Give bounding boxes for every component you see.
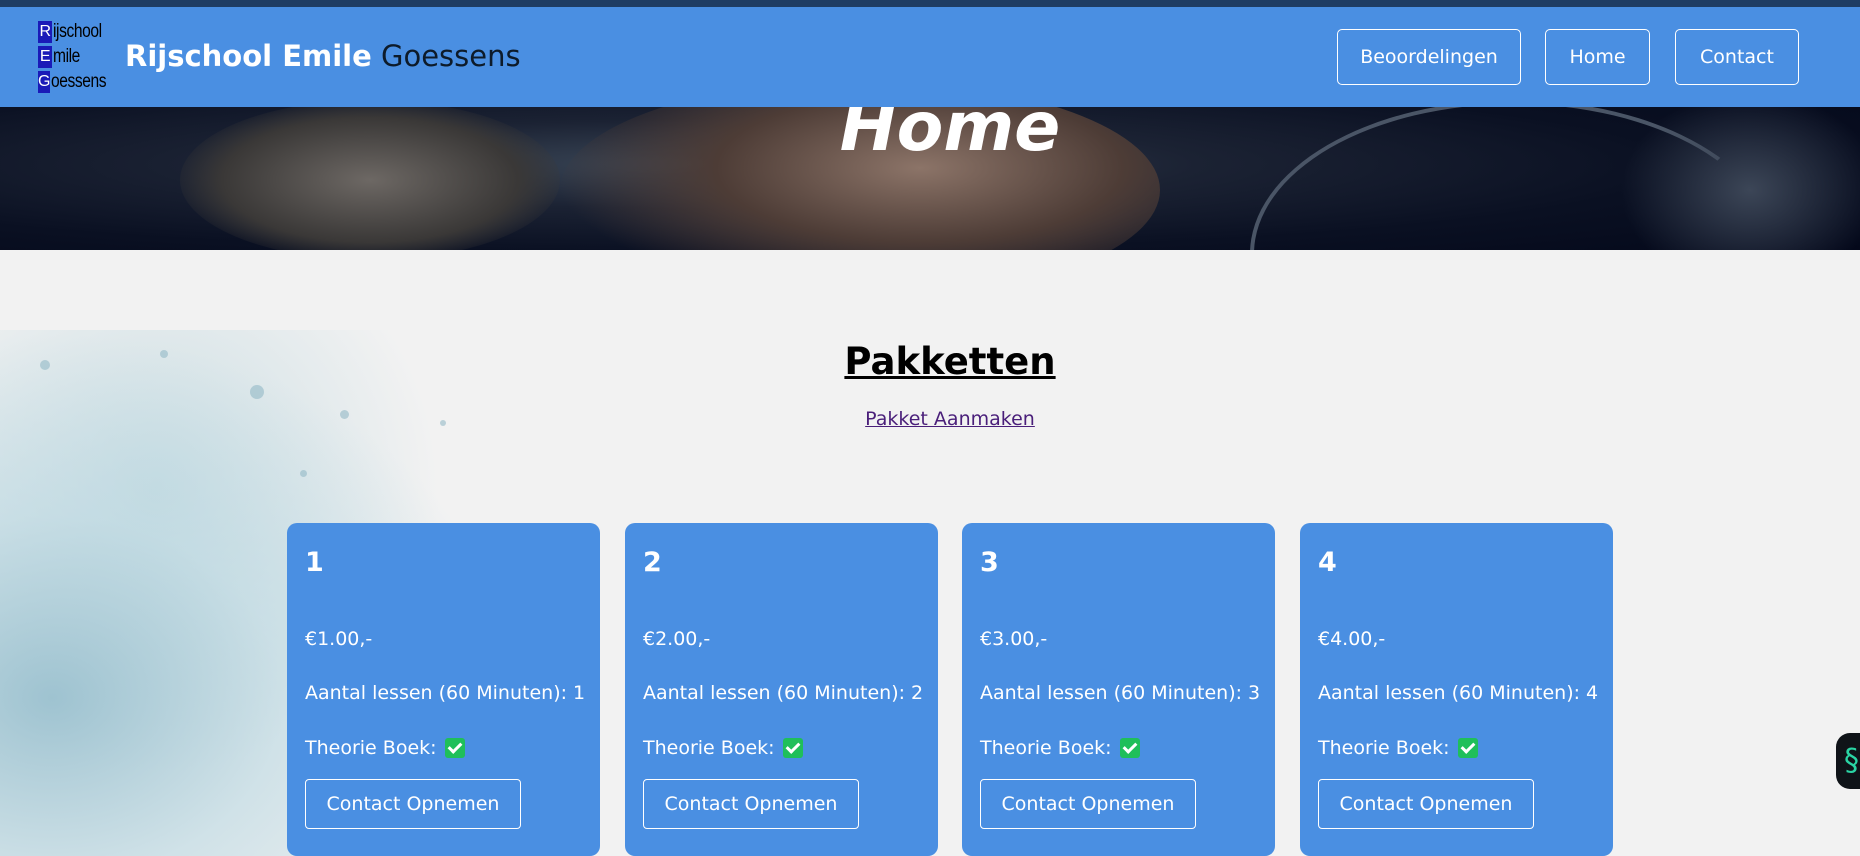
package-card: 4 €4.00,- Aantal lessen (60 Minuten): 4 … [1300, 523, 1613, 856]
section-title: Pakketten [844, 340, 1056, 383]
top-strip [0, 0, 1860, 7]
check-icon [444, 738, 465, 758]
package-theory: Theorie Boek: [980, 737, 1140, 759]
package-lessons: Aantal lessen (60 Minuten): 3 [980, 682, 1261, 704]
package-lessons: Aantal lessen (60 Minuten): 1 [305, 682, 586, 704]
nav-beoordelingen[interactable]: Beoordelingen [1337, 29, 1521, 85]
package-theory-label: Theorie Boek: [643, 737, 775, 759]
contact-button[interactable]: Contact Opnemen [1318, 779, 1534, 829]
contact-button[interactable]: Contact Opnemen [305, 779, 521, 829]
package-card: 2 €2.00,- Aantal lessen (60 Minuten): 2 … [625, 523, 938, 856]
package-price: €1.00,- [305, 628, 373, 650]
brand-name-bold: Rijschool Emile [125, 39, 372, 73]
contact-button[interactable]: Contact Opnemen [980, 779, 1196, 829]
check-icon [782, 738, 803, 758]
logo[interactable]: Rijschool Emile Goessens [38, 19, 114, 95]
package-name: 2 [643, 547, 662, 578]
contact-button[interactable]: Contact Opnemen [643, 779, 859, 829]
package-theory: Theorie Boek: [643, 737, 803, 759]
package-name: 1 [305, 547, 324, 578]
check-icon [1119, 738, 1140, 758]
brand-name[interactable]: Rijschool Emile Goessens [125, 39, 521, 73]
package-price: €4.00,- [1318, 628, 1386, 650]
package-theory-label: Theorie Boek: [1318, 737, 1450, 759]
check-icon [1457, 738, 1478, 758]
package-name: 3 [980, 547, 999, 578]
package-price: €3.00,- [980, 628, 1048, 650]
package-theory: Theorie Boek: [1318, 737, 1478, 759]
package-card: 3 €3.00,- Aantal lessen (60 Minuten): 3 … [962, 523, 1275, 856]
package-lessons: Aantal lessen (60 Minuten): 2 [643, 682, 924, 704]
package-lessons: Aantal lessen (60 Minuten): 4 [1318, 682, 1599, 704]
brand-name-light: Goessens [381, 39, 521, 73]
package-theory-label: Theorie Boek: [980, 737, 1112, 759]
package-price: €2.00,- [643, 628, 711, 650]
chat-widget-icon[interactable]: § [1836, 733, 1860, 789]
navbar: Rijschool Emile Goessens Rijschool Emile… [0, 7, 1860, 107]
nav-home[interactable]: Home [1545, 29, 1650, 85]
create-package-link[interactable]: Pakket Aanmaken [0, 408, 1860, 430]
nav-contact[interactable]: Contact [1675, 29, 1799, 85]
package-name: 4 [1318, 547, 1337, 578]
package-card: 1 €1.00,- Aantal lessen (60 Minuten): 1 … [287, 523, 600, 856]
package-theory-label: Theorie Boek: [305, 737, 437, 759]
package-theory: Theorie Boek: [305, 737, 465, 759]
